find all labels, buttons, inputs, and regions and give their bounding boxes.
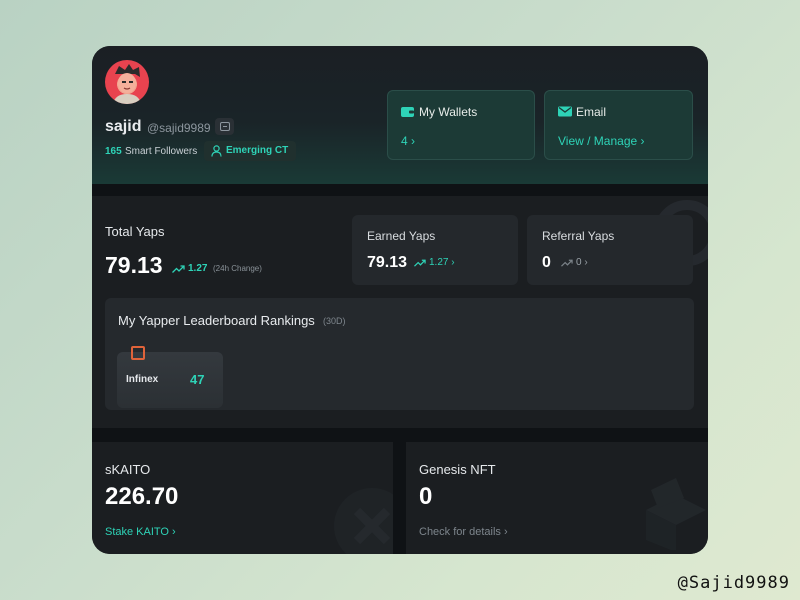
author-watermark: @Sajid9989 bbox=[677, 573, 790, 593]
skaito-panel: sKAITO 226.70 Stake KAITO › bbox=[92, 442, 393, 554]
skaito-value: 226.70 bbox=[105, 483, 179, 510]
earned-yaps-value: 79.13 bbox=[367, 254, 408, 271]
stake-kaito-link[interactable]: Stake KAITO › bbox=[105, 526, 176, 538]
trend-neutral-icon bbox=[561, 259, 573, 267]
trend-up-icon bbox=[172, 265, 185, 273]
avatar-illustration-icon bbox=[113, 64, 141, 104]
profile-handle: @sajid9989 bbox=[147, 121, 211, 135]
total-yaps-value: 79.13 bbox=[105, 252, 163, 278]
leaderboard-panel: My Yapper Leaderboard Rankings (30D) Inf… bbox=[105, 298, 694, 410]
referral-yaps-value: 0 bbox=[542, 254, 551, 271]
email-manage-link[interactable]: View / Manage › bbox=[558, 134, 645, 148]
my-wallets-tile[interactable]: My Wallets 4 › bbox=[387, 90, 535, 160]
referral-yaps-change[interactable]: 0 › bbox=[576, 257, 588, 268]
avatar[interactable] bbox=[105, 60, 149, 104]
infinex-logo-icon bbox=[131, 346, 145, 360]
leaderboard-entry-project: Infinex bbox=[126, 374, 159, 385]
genesis-nft-label: Genesis NFT bbox=[419, 462, 496, 477]
total-yaps-label: Total Yaps bbox=[105, 224, 165, 239]
copy-handle-button[interactable] bbox=[215, 118, 234, 135]
smart-followers-label: Smart Followers bbox=[125, 146, 198, 157]
leaderboard-entry-rank: 47 bbox=[190, 372, 205, 387]
my-wallets-count-link[interactable]: 4 › bbox=[401, 134, 415, 148]
genesis-nft-panel: Genesis NFT 0 Check for details › bbox=[406, 442, 708, 554]
trend-up-icon bbox=[414, 259, 426, 267]
email-tile[interactable]: Email View / Manage › bbox=[544, 90, 693, 160]
leaderboard-title: My Yapper Leaderboard Rankings bbox=[118, 313, 315, 328]
referral-yaps-tile[interactable]: Referral Yaps 0 0 › bbox=[527, 215, 693, 285]
emerging-ct-badge[interactable]: Emerging CT bbox=[204, 141, 297, 161]
skaito-label: sKAITO bbox=[105, 462, 151, 477]
wallet-icon bbox=[401, 107, 414, 117]
total-yaps-change: 1.27 bbox=[188, 263, 208, 274]
earned-yaps-label: Earned Yaps bbox=[367, 229, 436, 243]
referral-yaps-label: Referral Yaps bbox=[542, 229, 615, 243]
kaito-logo-icon bbox=[334, 488, 393, 554]
leaderboard-entry[interactable]: Infinex 47 bbox=[117, 346, 223, 408]
total-yaps-change-note: (24h Change) bbox=[213, 264, 262, 273]
badge-label: Emerging CT bbox=[226, 145, 289, 156]
my-wallets-title: My Wallets bbox=[419, 105, 478, 119]
yaps-section: Total Yaps 79.13 1.27 (24h Change) Earne… bbox=[92, 196, 708, 428]
dashboard-card: sajid @sajid9989 165 Smart Followers Eme… bbox=[92, 46, 708, 554]
smart-followers-count: 165 bbox=[105, 146, 122, 157]
profile-name: sajid bbox=[105, 118, 142, 135]
profile-header: sajid @sajid9989 165 Smart Followers Eme… bbox=[92, 46, 708, 184]
person-icon bbox=[211, 145, 222, 157]
genesis-nft-value: 0 bbox=[419, 483, 433, 510]
copy-icon bbox=[219, 122, 230, 131]
check-details-link[interactable]: Check for details › bbox=[419, 526, 508, 538]
email-title: Email bbox=[576, 105, 607, 119]
leaderboard-period: (30D) bbox=[323, 316, 346, 326]
earned-yaps-change[interactable]: 1.27 › bbox=[429, 257, 455, 268]
earned-yaps-tile[interactable]: Earned Yaps 79.13 1.27 › bbox=[352, 215, 518, 285]
gift-box-icon bbox=[646, 478, 706, 550]
mail-icon bbox=[558, 106, 572, 117]
